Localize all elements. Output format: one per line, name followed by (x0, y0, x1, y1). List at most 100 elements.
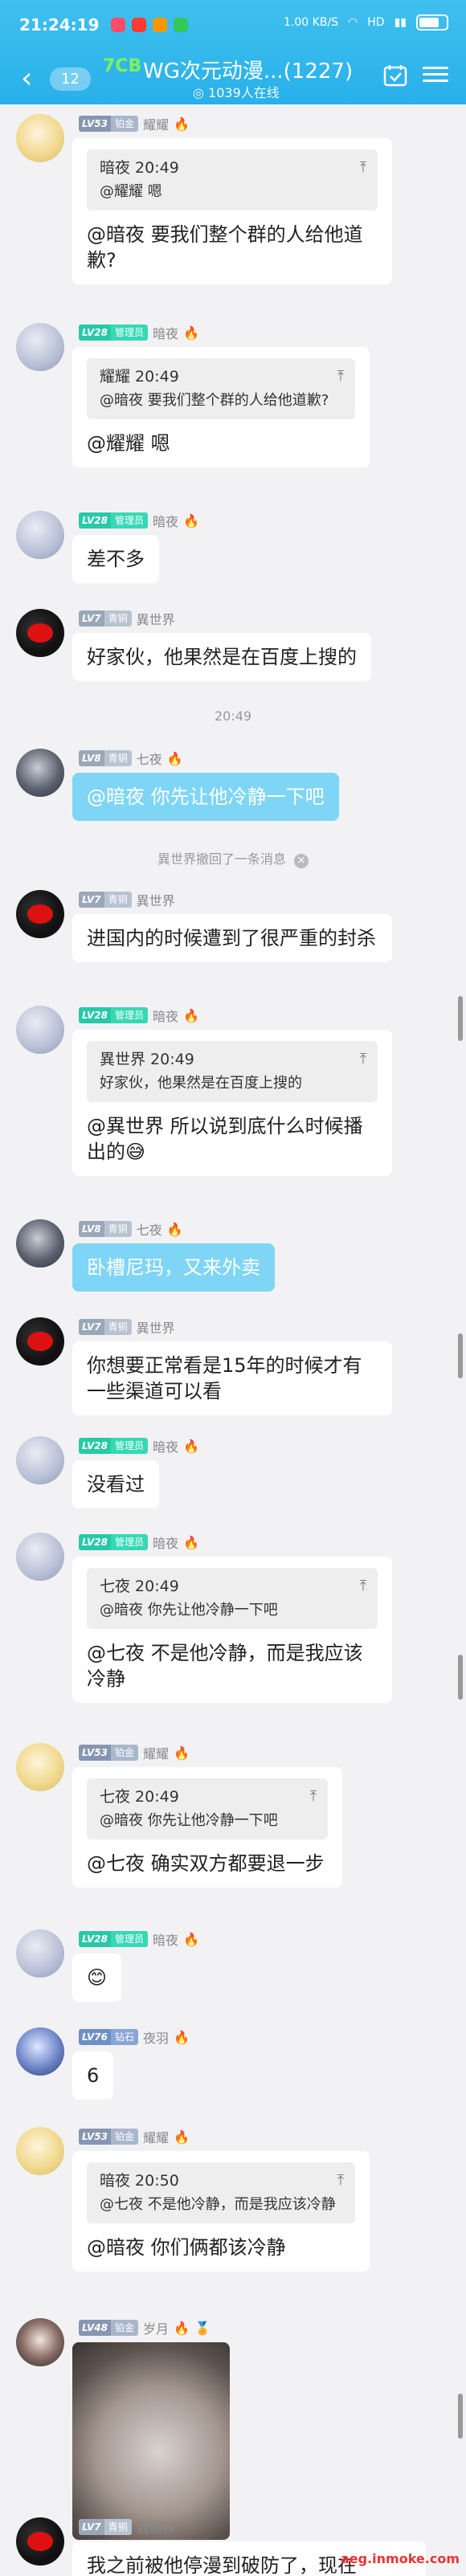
sender-name[interactable]: 異世界 (137, 609, 175, 628)
message-bubble[interactable]: 你想要正常看是15年的时候才有一些渠道可以看 (72, 1341, 392, 1415)
sender-name[interactable]: 夜羽 (143, 2027, 169, 2047)
quoted-reply[interactable]: 暗夜 20:50 @七夜 不是他冷静，而是我应该冷静 ⤒ (87, 2162, 355, 2223)
avatar[interactable] (16, 2027, 64, 2076)
avatar[interactable] (16, 114, 64, 162)
message-text: @異世界 所以说到底什么时候播出的😅 (87, 1115, 363, 1163)
sender-name[interactable]: 異世界 (137, 2517, 175, 2537)
scrollbar-thumb[interactable] (458, 1333, 463, 1378)
jump-to-message-icon[interactable]: ⤒ (337, 366, 344, 387)
avatar[interactable] (16, 1533, 64, 1581)
fire-icon: 🔥 (183, 1931, 199, 1947)
sender-name[interactable]: 暗夜 (153, 511, 178, 530)
app-notification-icon (173, 18, 188, 32)
jump-to-message-icon[interactable]: ⤒ (337, 2170, 344, 2191)
close-icon[interactable]: × (294, 854, 309, 868)
avatar[interactable] (16, 1006, 64, 1054)
sender-name[interactable]: 暗夜 (153, 323, 178, 342)
sender-name[interactable]: 暗夜 (153, 1436, 178, 1455)
message-bubble[interactable]: 没看过 (72, 1460, 159, 1508)
recall-text: 異世界撤回了一条消息 (157, 851, 286, 867)
quoted-reply[interactable]: 異世界 20:49 好家伙，他果然是在百度上搜的 ⤒ (87, 1041, 378, 1102)
sender-name[interactable]: 岁月 (143, 2318, 169, 2337)
avatar[interactable] (16, 890, 64, 938)
sender-name[interactable]: 耀耀 (143, 114, 169, 133)
calendar-check-icon[interactable] (382, 63, 408, 88)
sender-name[interactable]: 暗夜 (153, 1929, 178, 1949)
sender-name[interactable]: 暗夜 (153, 1006, 178, 1025)
menu-icon[interactable] (423, 63, 448, 87)
message-text: 差不多 (87, 548, 145, 570)
avatar[interactable] (16, 1219, 64, 1268)
avatar[interactable] (16, 1929, 64, 1978)
scrollbar-thumb[interactable] (458, 1655, 463, 1700)
avatar[interactable] (16, 1436, 64, 1484)
message-text: @七夜 不是他冷静，而是我应该冷静 (87, 1642, 363, 1690)
jump-to-message-icon[interactable]: ⤒ (360, 1576, 366, 1597)
sender-meta: LV28 管理员 暗夜 🔥 (79, 511, 199, 530)
status-time: 21:24:19 (19, 15, 100, 35)
fire-icon: 🔥 (183, 325, 199, 341)
quote-text: @暗夜 要我们整个群的人给他道歉? (100, 392, 329, 409)
message-bubble[interactable]: 暗夜 20:50 @七夜 不是他冷静，而是我应该冷静 ⤒ @暗夜 你们俩都该冷静 (72, 2151, 370, 2272)
avatar[interactable] (16, 749, 64, 797)
quote-header: 暗夜 20:50 (100, 2172, 179, 2190)
avatar[interactable] (16, 2318, 64, 2366)
sender-name[interactable]: 異世界 (137, 1317, 175, 1337)
fire-icon: 🔥 (174, 116, 190, 132)
carrier-label: HD (367, 16, 385, 29)
quote-header: 七夜 20:49 (100, 1788, 179, 1806)
message-bubble[interactable]: 暗夜 20:49 @耀耀 嗯 ⤒ @暗夜 要我们整个群的人给他道歉? (72, 138, 392, 284)
sender-name[interactable]: 耀耀 (143, 1743, 169, 1762)
fire-icon: 🔥 (174, 2029, 190, 2045)
status-bar: 21:24:19 1.00 KB/S ◠ HD ▮▮ (0, 0, 466, 50)
jump-to-message-icon[interactable]: ⤒ (360, 157, 366, 178)
message-bubble[interactable]: 好家伙，他果然是在百度上搜的 (72, 633, 371, 681)
sender-meta: LV48 铂金 岁月 🔥 🏅 (79, 2318, 211, 2337)
level-badge: LV48 铂金 (79, 2320, 138, 2336)
message-bubble[interactable]: 七夜 20:49 @暗夜 你先让他冷静一下吧 ⤒ @七夜 不是他冷静，而是我应该… (72, 1557, 392, 1703)
avatar[interactable] (16, 2517, 64, 2566)
message-bubble[interactable]: 进国内的时候遭到了很严重的封杀 (72, 914, 392, 962)
quoted-reply[interactable]: 耀耀 20:49 @暗夜 要我们整个群的人给他道歉? ⤒ (87, 358, 355, 419)
avatar[interactable] (16, 1317, 64, 1366)
jump-to-message-icon[interactable]: ⤒ (360, 1049, 366, 1070)
message-bubble[interactable]: 異世界 20:49 好家伙，他果然是在百度上搜的 ⤒ @異世界 所以说到底什么时… (72, 1030, 392, 1176)
group-title[interactable]: WG次元动漫...(1227) (143, 55, 353, 84)
quoted-reply[interactable]: 七夜 20:49 @暗夜 你先让他冷静一下吧 ⤒ (87, 1778, 328, 1839)
nav-row: ‹ 12 7CB WG次元动漫...(1227) ◎ 1039人在线 (0, 50, 466, 104)
message-bubble[interactable]: 6 (72, 2051, 114, 2100)
top-bar: 21:24:19 1.00 KB/S ◠ HD ▮▮ ‹ 12 7CB WG次元… (0, 0, 466, 104)
avatar[interactable] (16, 323, 64, 371)
message-text: @暗夜 你们俩都该冷静 (87, 2236, 286, 2259)
message-bubble[interactable]: 七夜 20:49 @暗夜 你先让他冷静一下吧 ⤒ @七夜 确实双方都要退一步 (72, 1767, 342, 1888)
level-badge: LV28 管理员 (79, 1931, 148, 1947)
quote-text: @暗夜 你先让他冷静一下吧 (100, 1812, 278, 1829)
sender-name[interactable]: 耀耀 (143, 2127, 169, 2146)
avatar[interactable] (16, 2127, 64, 2175)
message-bubble[interactable]: 卧槽尼玛，又来外卖 (72, 1243, 275, 1292)
sender-name[interactable]: 七夜 (137, 749, 162, 768)
sender-name[interactable]: 七夜 (137, 1219, 162, 1239)
fire-icon: 🔥 (166, 750, 183, 766)
scrollbar-thumb[interactable] (458, 996, 463, 1041)
avatar[interactable] (16, 511, 64, 559)
cat-photo[interactable] (72, 2342, 230, 2540)
sender-name[interactable]: 異世界 (137, 890, 175, 909)
avatar[interactable] (16, 609, 64, 657)
sender-meta: LV28 管理员 暗夜 🔥 (79, 323, 199, 342)
jump-to-message-icon[interactable]: ⤒ (310, 1786, 317, 1807)
message-bubble[interactable]: 😊 (72, 1953, 122, 2002)
sender-meta: LV53 铂金 耀耀 🔥 (79, 114, 190, 133)
message-bubble[interactable]: @暗夜 你先让他冷静一下吧 (72, 773, 339, 821)
quoted-reply[interactable]: 暗夜 20:49 @耀耀 嗯 ⤒ (87, 149, 378, 210)
avatar[interactable] (16, 1743, 64, 1791)
sender-meta: LV7 青铜 異世界 (79, 1317, 175, 1337)
sender-name[interactable]: 暗夜 (153, 1533, 178, 1552)
back-arrow-icon[interactable]: ‹ (21, 64, 32, 93)
quoted-reply[interactable]: 七夜 20:49 @暗夜 你先让他冷静一下吧 ⤒ (87, 1568, 378, 1629)
message-bubble[interactable]: 耀耀 20:49 @暗夜 要我们整个群的人给他道歉? ⤒ @耀耀 嗯 (72, 347, 370, 467)
unread-count-badge[interactable]: 12 (50, 67, 91, 91)
scrollbar-thumb[interactable] (458, 2394, 463, 2439)
message-bubble[interactable]: 差不多 (72, 535, 159, 583)
message-text: @耀耀 嗯 (87, 432, 170, 455)
